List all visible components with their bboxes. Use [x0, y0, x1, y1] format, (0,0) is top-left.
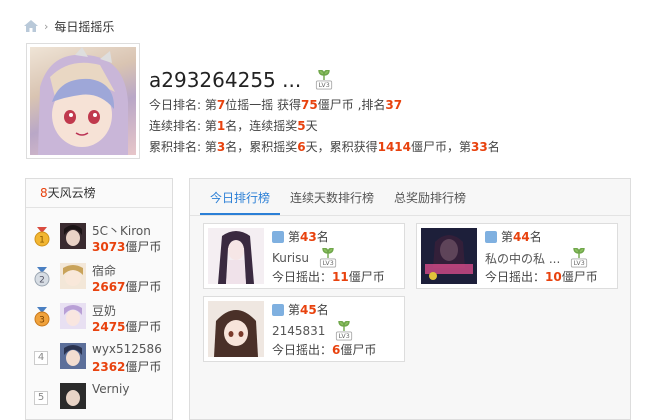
total-coins-mid: 僵尸币，第 [411, 140, 472, 154]
today-rank-line: 今日排名: 第7位摇一摇 获得75僵尸币 ,排名37 [149, 96, 402, 113]
leaderboard-name[interactable]: wyx512586 [92, 342, 162, 356]
breadcrumb: › 每日摇摇乐 [24, 17, 114, 35]
rank-card[interactable]: 第43名 Kurisu LV3 今日摇出：11僵尸币 [203, 223, 405, 289]
tabs-divider [190, 215, 630, 216]
avatar [208, 228, 264, 284]
username-row: a293264255 ... LV3 [149, 68, 337, 92]
avatar [60, 343, 86, 369]
total-rank-value: 3 [216, 140, 226, 154]
today-rank-value: 7 [216, 98, 226, 112]
streak-rank-label: 连续排名: 第 [149, 119, 217, 133]
ranking-tabs: 今日排行榜 连续天数排行榜 总奖励排行榜 [200, 179, 476, 215]
bronze-medal-icon: 3 [34, 307, 50, 327]
rank-card[interactable]: 第44名 私の中の私 ... LV3 今日摇出：10僵尸币 [416, 223, 618, 289]
rank-number: 4 [34, 351, 48, 365]
breadcrumb-current: 每日摇摇乐 [54, 19, 115, 34]
leaderboard-item[interactable]: 2 宿命 2667僵尸币 [26, 257, 172, 297]
tab-streak[interactable]: 连续天数排行榜 [280, 179, 384, 215]
total-coins-value: 1414 [377, 140, 412, 154]
leaderboard-panel: 8天风云榜 1 5C丶Kiron 3073僵尸币 2 宿命 2667僵尸币 3 … [25, 178, 173, 420]
avatar [421, 228, 477, 284]
leaderboard-title: 8天风云榜 [26, 179, 172, 208]
today-coins-unit: 僵尸币 ,排名 [317, 98, 386, 112]
leaderboard-name[interactable]: 宿命 [92, 262, 116, 279]
card-today: 今日摇出：6僵尸币 [272, 343, 377, 357]
rank-card[interactable]: 第45名 2145831 LV3 今日摇出：6僵尸币 [203, 296, 405, 362]
silver-medal-icon: 2 [34, 267, 50, 287]
card-rank: 第43名 [272, 228, 329, 245]
card-today: 今日摇出：10僵尸币 [485, 270, 598, 284]
total-rank-mid: 名，累积摇奖 [225, 140, 298, 154]
level-badge: LV3 [566, 248, 592, 268]
leaderboard-item[interactable]: 3 豆奶 2475僵尸币 [26, 297, 172, 337]
home-icon[interactable] [24, 20, 38, 32]
total-rank-label: 累积排名: 第 [149, 140, 217, 154]
avatar [60, 303, 86, 329]
rank-icon [272, 303, 284, 316]
card-rank: 第44名 [485, 228, 542, 245]
leaderboard-coins: 2362僵尸币 [92, 360, 162, 374]
card-rank: 第45名 [272, 301, 329, 318]
leaderboard-coins: 2667僵尸币 [92, 280, 162, 294]
sprout-icon [322, 248, 334, 258]
card-name[interactable]: 私の中の私 ... [485, 250, 560, 267]
ranking-panel: 今日排行榜 连续天数排行榜 总奖励排行榜 第43名 Kurisu LV3 今日摇… [189, 178, 631, 420]
leaderboard-coins: 3073僵尸币 [92, 240, 162, 254]
streak-rank-line: 连续排名: 第1名，连续摇奖5天 [149, 117, 318, 134]
sprout-icon [573, 248, 585, 258]
total-days-mid: 天，累积获得 [305, 140, 378, 154]
username[interactable]: a293264255 ... [149, 68, 301, 92]
streak-days-unit: 天 [305, 119, 318, 133]
rank-icon [272, 230, 284, 243]
user-avatar[interactable] [26, 43, 140, 159]
card-name[interactable]: Kurisu [272, 251, 309, 265]
rank-number: 5 [34, 391, 48, 405]
leaderboard-name[interactable]: 5C丶Kiron [92, 222, 151, 239]
avatar [60, 263, 86, 289]
gold-medal-icon: 1 [34, 227, 50, 247]
level-badge: LV3 [315, 248, 341, 268]
leaderboard-item[interactable]: 4 wyx512586 2362僵尸币 [26, 337, 172, 377]
total-rank2-value: 33 [471, 140, 488, 154]
avatar [60, 383, 86, 409]
avatar [208, 301, 264, 357]
leaderboard-title-num: 8 [40, 186, 48, 200]
streak-days-value: 5 [297, 119, 306, 133]
tab-total[interactable]: 总奖励排行榜 [384, 179, 476, 215]
card-username: Kurisu LV3 [272, 248, 341, 268]
streak-rank-value: 1 [216, 119, 226, 133]
avatar [60, 223, 86, 249]
sprout-icon [338, 321, 351, 331]
leaderboard-name[interactable]: Verniy [92, 382, 129, 396]
breadcrumb-separator-icon: › [44, 19, 49, 33]
today-rank2-value: 37 [385, 98, 403, 112]
svg-text:2: 2 [39, 276, 45, 286]
leaderboard-coins: 2475僵尸币 [92, 320, 162, 334]
svg-text:1: 1 [39, 236, 45, 246]
today-rank-mid: 位摇一摇 获得 [225, 98, 302, 112]
rank-icon [485, 230, 497, 243]
streak-rank-mid: 名，连续摇奖 [225, 119, 298, 133]
level-badge: LV3 [311, 70, 337, 90]
tab-today[interactable]: 今日排行榜 [200, 179, 281, 215]
leaderboard-item[interactable]: 5 Verniy [26, 377, 172, 417]
level-badge: LV3 [331, 321, 357, 341]
sprout-icon [318, 70, 330, 80]
today-rank-label: 今日排名: 第 [149, 98, 217, 112]
total-rank2-unit: 名 [487, 140, 500, 154]
leaderboard-title-text: 天风云榜 [47, 186, 96, 200]
card-name[interactable]: 2145831 [272, 324, 325, 338]
level-label: LV3 [315, 80, 333, 90]
card-username: 2145831 LV3 [272, 321, 357, 341]
card-username: 私の中の私 ... LV3 [485, 248, 592, 268]
leaderboard-name[interactable]: 豆奶 [92, 302, 116, 319]
today-coins-value: 75 [301, 98, 318, 112]
total-rank-line: 累积排名: 第3名，累积摇奖6天，累积获得1414僵尸币，第33名 [149, 138, 500, 155]
card-today: 今日摇出：11僵尸币 [272, 270, 385, 284]
svg-text:3: 3 [39, 316, 45, 326]
total-days-value: 6 [297, 140, 306, 154]
leaderboard-item[interactable]: 1 5C丶Kiron 3073僵尸币 [26, 217, 172, 257]
